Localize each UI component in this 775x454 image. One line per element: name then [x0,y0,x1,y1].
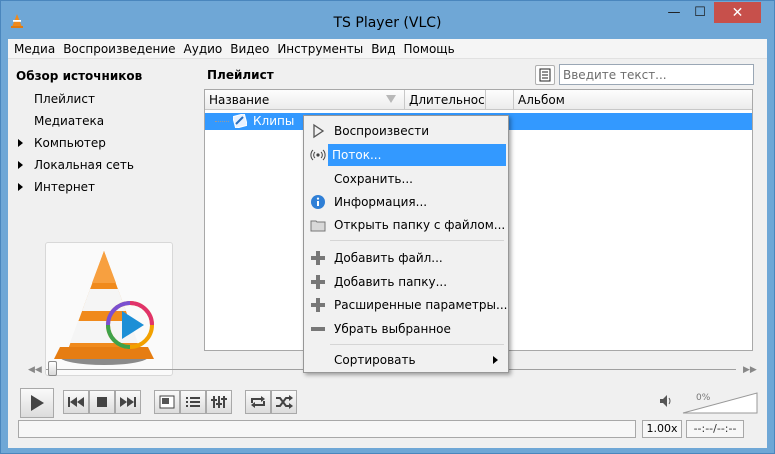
column-name[interactable]: Название [205,90,405,110]
expand-arrow-icon[interactable] [18,183,23,191]
equalizer-icon [211,396,227,408]
menu-item-sort[interactable]: Сортировать [306,349,506,371]
fullscreen-button[interactable] [154,390,180,414]
plus-icon [311,251,325,265]
fullscreen-icon [159,395,175,409]
sidebar-item-local-network[interactable]: Локальная сеть [34,158,134,172]
stream-icon [310,149,326,161]
stop-button[interactable] [89,390,115,414]
sidebar-item-internet[interactable]: Интернет [34,180,95,194]
menu-item-info[interactable]: Информация... [306,191,506,213]
menu-playback[interactable]: Воспроизведение [59,39,179,59]
menu-separator [330,240,504,241]
column-duration[interactable]: Длительност [405,90,486,110]
play-icon [313,123,325,139]
sidebar: Обзор источников Плейлист Медиатека Комп… [8,61,203,376]
column-blank[interactable] [486,90,514,110]
elapsed-time[interactable]: --:--/--:-- [686,420,744,438]
volume-slider[interactable] [681,391,759,415]
menu-item-open-folder[interactable]: Открыть папку с файлом... [306,214,506,236]
sidebar-heading: Обзор источников [16,69,143,83]
vlc-window: TS Player (VLC) — ☐ ✕ Медиа Воспроизведе… [0,0,775,454]
context-menu: Воспроизвести Поток... Сохранить... Инфо… [303,115,509,373]
menu-item-remove-selected[interactable]: Убрать выбранное [306,318,506,340]
previous-button[interactable] [63,390,89,414]
volume-level: 0% [696,393,711,403]
menu-item-stream[interactable]: Поток... [328,144,506,166]
playlist-icon [186,397,200,407]
seek-handle[interactable] [48,361,57,376]
seek-back-icon[interactable]: ◀◀ [28,365,42,375]
menu-bar: Медиа Воспроизведение Аудио Видео Инстру… [8,39,767,59]
submenu-arrow-icon [493,356,498,364]
stop-icon [97,397,107,407]
sidebar-item-computer[interactable]: Компьютер [34,136,106,150]
loop-icon [251,396,265,408]
plus-icon [311,275,325,289]
menu-item-advanced[interactable]: Расширенные параметры... [306,294,507,316]
extended-settings-button[interactable] [206,390,232,414]
menu-item-play[interactable]: Воспроизвести [306,120,506,142]
row-name: Клипы [253,114,295,128]
next-icon [120,397,136,407]
menu-tools[interactable]: Инструменты [273,39,367,59]
album-art [45,242,173,376]
menu-view[interactable]: Вид [367,39,399,59]
playlist-title: Плейлист [207,68,274,82]
menu-help[interactable]: Помощь [400,39,459,59]
minus-icon [311,327,325,331]
play-icon [31,395,44,411]
speaker-icon[interactable] [659,394,673,408]
playlist-folder-icon [233,114,247,128]
maximize-button[interactable]: ☐ [687,2,713,23]
sidebar-item-media-library[interactable]: Медиатека [34,114,104,128]
close-button[interactable]: ✕ [714,2,761,23]
search-input[interactable] [559,64,754,85]
playlist-header: Название Длительност Альбом [205,90,752,110]
next-button[interactable] [115,390,141,414]
shuffle-icon [276,395,293,409]
seek-forward-icon[interactable]: ▶▶ [743,365,757,375]
window-title: TS Player (VLC) [333,15,442,31]
list-icon [539,68,551,82]
title-bar[interactable]: TS Player (VLC) — ☐ ✕ [1,1,774,39]
menu-separator [330,344,504,345]
column-album[interactable]: Альбом [514,90,752,110]
tree-connector [215,121,229,122]
playback-rate[interactable]: 1.00x [642,420,682,438]
menu-audio[interactable]: Аудио [180,39,227,59]
folder-icon [310,220,326,232]
playlist-menu-button[interactable] [535,65,555,85]
menu-media[interactable]: Медиа [10,39,59,59]
minimize-button[interactable]: — [661,2,687,23]
menu-item-add-folder[interactable]: Добавить папку... [306,271,506,293]
status-bar: 1.00x --:--/--:-- [18,420,758,438]
shuffle-button[interactable] [271,390,297,414]
menu-item-add-file[interactable]: Добавить файл... [306,247,506,269]
sort-indicator-icon [386,95,396,103]
expand-arrow-icon[interactable] [18,139,23,147]
play-button[interactable] [20,388,54,418]
plus-icon [311,298,325,312]
expand-arrow-icon[interactable] [18,161,23,169]
playlist-toggle-button[interactable] [180,390,206,414]
status-message [18,420,636,438]
sidebar-item-playlist[interactable]: Плейлист [34,92,95,106]
previous-icon [68,397,84,407]
menu-video[interactable]: Видео [226,39,273,59]
vlc-logo-icon [54,251,154,365]
info-icon [311,195,325,209]
loop-button[interactable] [245,390,271,414]
menu-item-save[interactable]: Сохранить... [306,168,506,190]
